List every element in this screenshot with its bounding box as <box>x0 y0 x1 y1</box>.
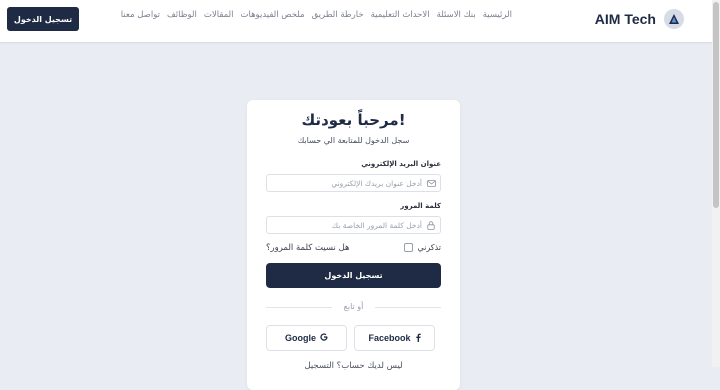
page-subtitle: سجل الدخول للمتابعة الي حسابك <box>297 136 410 145</box>
nav-item-video-summaries[interactable]: ملخص الفيديوهات <box>240 10 304 20</box>
remember-me-checkbox[interactable] <box>404 243 414 252</box>
lock-icon <box>426 220 436 230</box>
password-field[interactable]: أدخل كلمة المرور الخاصة بك <box>266 216 441 234</box>
facebook-icon <box>415 333 421 344</box>
remember-me-label: تذكرني <box>417 243 441 252</box>
brand[interactable]: AIM Tech <box>595 9 684 29</box>
brand-name: AIM Tech <box>594 11 656 27</box>
facebook-login-button[interactable]: Facebook <box>354 325 435 351</box>
facebook-label: Facebook <box>368 333 411 343</box>
nav-item-home[interactable]: الرئيسية <box>483 10 512 20</box>
email-placeholder: أدخل عنوان بريدك الإلكتروني <box>331 178 422 188</box>
header-login-button[interactable]: تسجيل الدخول <box>7 7 79 31</box>
nav-item-events[interactable]: الاحداث التعليمية <box>371 10 430 20</box>
email-label: عنوان البريد الإلكتروني <box>361 160 441 168</box>
nav-item-jobs[interactable]: الوظائف <box>167 10 197 20</box>
main-nav: الرئيسية بنك الاسئلة الاحداث التعليمية خ… <box>121 10 512 20</box>
nav-item-question-bank[interactable]: بنك الاسئلة <box>437 10 476 20</box>
page-scrollbar[interactable] <box>712 0 720 367</box>
page-title: مرحباً بعودتك! <box>301 111 406 129</box>
google-label: Google <box>285 333 316 343</box>
nav-item-roadmap[interactable]: خارطة الطريق <box>312 10 364 20</box>
logo-icon <box>664 9 684 29</box>
login-card: مرحباً بعودتك! سجل الدخول للمتابعة الي ح… <box>247 100 460 390</box>
divider-text: أو تابع <box>343 302 364 311</box>
top-navbar: تسجيل الدخول الرئيسية بنك الاسئلة الاحدا… <box>0 0 712 42</box>
google-icon <box>320 333 328 343</box>
email-field[interactable]: أدخل عنوان بريدك الإلكتروني <box>266 174 441 192</box>
scrollbar-thumb[interactable] <box>713 2 719 208</box>
forgot-password-link[interactable]: هل نسيت كلمة المرور؟ <box>266 243 350 253</box>
mail-icon <box>426 178 436 188</box>
google-login-button[interactable]: Google <box>266 325 347 351</box>
nav-item-contact[interactable]: تواصل معنا <box>121 10 160 20</box>
password-placeholder: أدخل كلمة المرور الخاصة بك <box>331 220 422 230</box>
signup-prompt[interactable]: ليس لديك حساب؟ التسجيل <box>247 361 460 371</box>
login-submit-button[interactable]: تسجيل الدخول <box>266 263 441 288</box>
password-label: كلمة المرور <box>400 202 441 210</box>
remember-me[interactable]: تذكرني <box>404 243 441 252</box>
nav-item-articles[interactable]: المقالات <box>204 10 234 20</box>
